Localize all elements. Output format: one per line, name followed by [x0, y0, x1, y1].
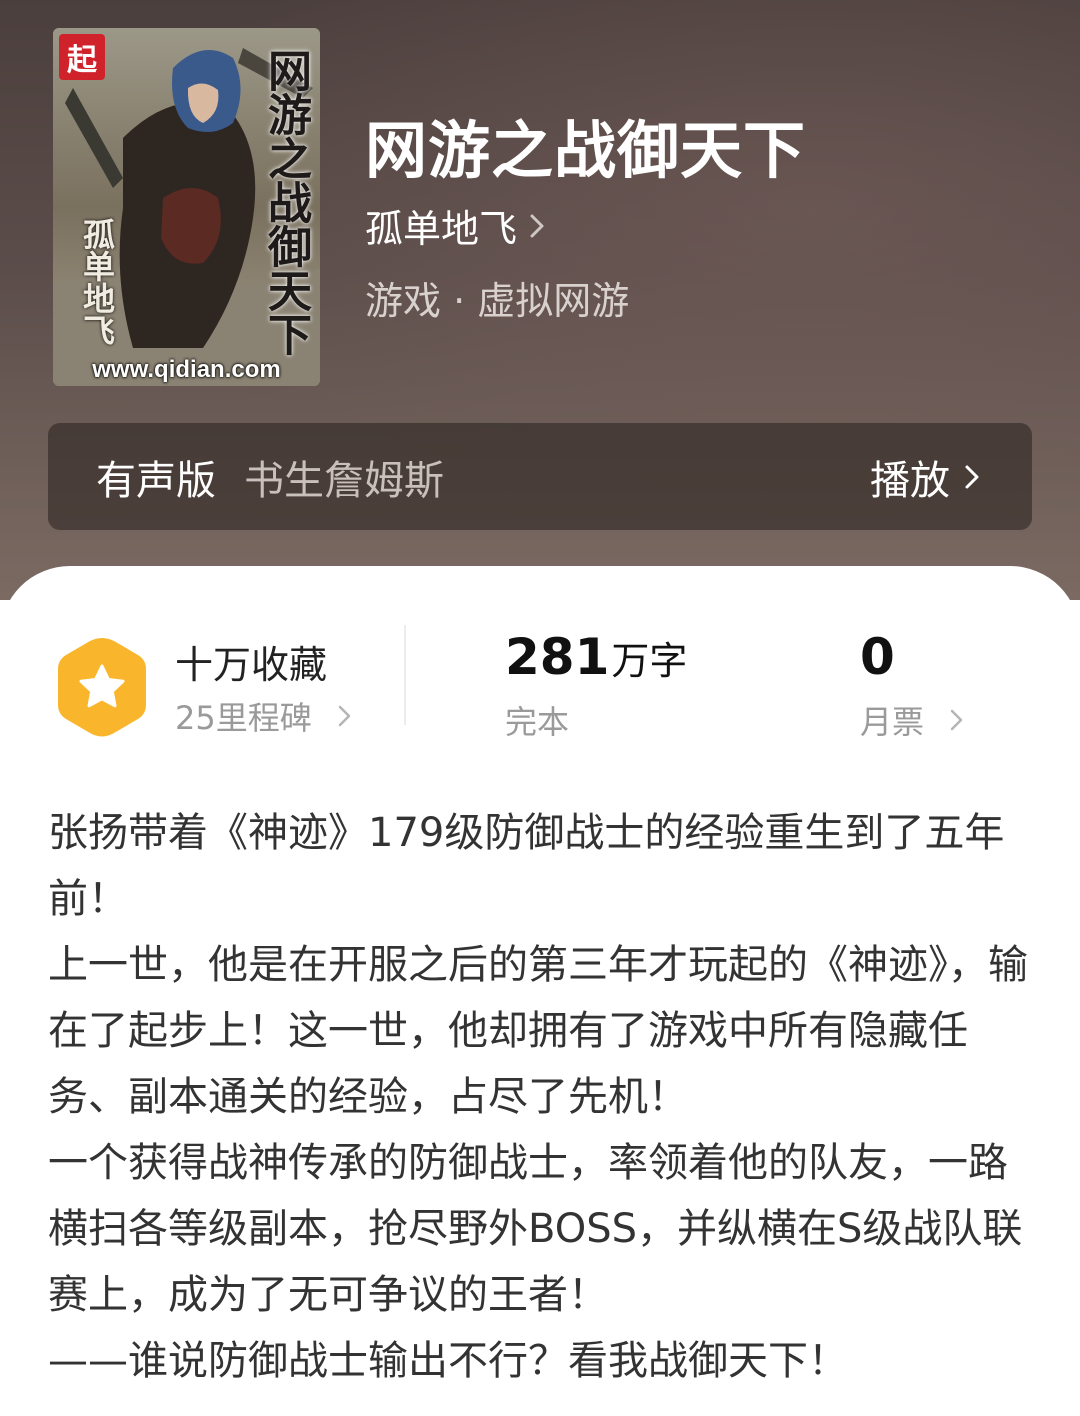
cover-author-text: 孤单地飞 [78, 218, 116, 346]
book-header: 起 网游之战御天下 孤单地飞 www.qidian.com 网游之战御天下 孤单… [0, 0, 1080, 600]
word-count-number: 281 [505, 628, 610, 686]
chevron-right-icon [530, 214, 544, 237]
collection-milestone-link[interactable]: 25里程碑 [175, 693, 351, 739]
genre-tags[interactable]: 游戏 · 虚拟网游 [365, 270, 629, 325]
synopsis-paragraph: 一个获得战神传承的防御战士，率领着他的队友，一路横扫各等级副本，抢尽野外BOSS… [48, 1140, 1023, 1318]
author-link[interactable]: 孤单地飞 [365, 198, 545, 253]
word-count-unit: 万字 [611, 639, 688, 683]
book-detail-page: 起 网游之战御天下 孤单地飞 www.qidian.com 网游之战御天下 孤单… [0, 0, 1080, 1416]
collection-milestone-title[interactable]: 十万收藏 [175, 634, 327, 689]
play-label: 播放 [870, 457, 950, 504]
monthly-votes-label: 月票 [860, 703, 925, 741]
chevron-right-icon [950, 709, 963, 731]
monthly-votes-link[interactable]: 月票 [860, 697, 963, 743]
author-name: 孤单地飞 [365, 207, 518, 251]
synopsis-paragraph: 上一世，他是在开服之后的第三年才玩起的《神迹》，输在了起步上！这一世，他却拥有了… [48, 942, 1028, 1120]
book-synopsis: 张扬带着《神迹》179级防御战士的经验重生到了五年前！ 上一世，他是在开服之后的… [48, 800, 1038, 1394]
stats-divider [404, 625, 406, 725]
audiobook-label: 有声版 [96, 457, 216, 504]
audiobook-narrator: 书生詹姆斯 [244, 457, 444, 504]
monthly-votes-count[interactable]: 0 [860, 628, 895, 686]
milestone-count: 25里程碑 [175, 699, 312, 737]
star-badge-icon [58, 638, 146, 737]
play-button[interactable]: 播放 [870, 423, 980, 530]
cover-url-text: www.qidian.com [92, 356, 281, 383]
qidian-logo-icon: 起 [59, 34, 105, 80]
book-title: 网游之战御天下 [365, 114, 807, 187]
word-count: 281万字 [505, 628, 687, 686]
completion-status: 完本 [505, 703, 570, 741]
audiobook-bar[interactable]: 有声版 书生詹姆斯 播放 [48, 423, 1032, 530]
synopsis-paragraph: 张扬带着《神迹》179级防御战士的经验重生到了五年前！ [48, 810, 1005, 922]
chevron-right-icon [338, 705, 350, 727]
cover-title-text: 网游之战御天下 [260, 48, 311, 356]
chevron-right-icon [965, 465, 979, 488]
book-cover[interactable]: 起 网游之战御天下 孤单地飞 www.qidian.com [53, 28, 320, 386]
synopsis-paragraph: ——谁说防御战士输出不行？看我战御天下！ [48, 1338, 848, 1384]
